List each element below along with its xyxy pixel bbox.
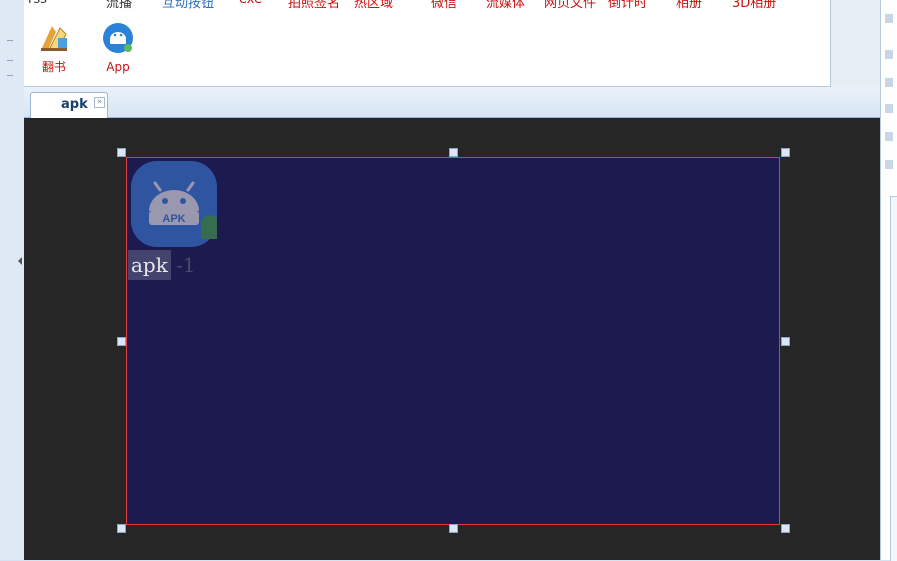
toolbar-item-photo-signature[interactable]: 拍照签名: [288, 0, 340, 11]
apk-icon-text: APK: [162, 213, 185, 225]
toolbar-item-hotspot[interactable]: 热区域: [354, 0, 393, 11]
tab-apk[interactable]: apk ✕: [30, 92, 108, 118]
apk-android-icon[interactable]: APK: [131, 161, 217, 247]
resize-handle-bottom-left[interactable]: [117, 524, 126, 533]
tab-label: apk: [61, 97, 88, 112]
toolbar-item-3d-album[interactable]: 3D相册: [732, 0, 776, 11]
toolbar-item-countdown[interactable]: 倒计时: [608, 0, 647, 11]
document-tab-bar: apk ✕: [24, 87, 880, 118]
toolbar-item-rss[interactable]: rss: [28, 0, 47, 7]
element-caption-suffix: -1: [176, 253, 196, 277]
resize-handle-top[interactable]: [449, 148, 458, 157]
panel-marker: [885, 160, 893, 169]
panel-marker: [885, 132, 893, 141]
frame-tick: [7, 60, 13, 61]
close-icon[interactable]: ✕: [94, 97, 105, 108]
editor-canvas[interactable]: APK apk -1: [24, 118, 880, 560]
resize-handle-bottom-right[interactable]: [781, 524, 790, 533]
resize-handle-bottom[interactable]: [449, 524, 458, 533]
collapse-arrow-icon[interactable]: [18, 257, 22, 265]
panel-marker: [885, 104, 893, 113]
flip-book-label: 翻书: [41, 60, 66, 74]
apk-app-icon: [103, 23, 133, 53]
flip-book-tool[interactable]: 翻书: [34, 22, 74, 75]
resize-handle-top-left[interactable]: [117, 148, 126, 157]
toolbar-item-web-file[interactable]: 网页文件: [544, 0, 596, 11]
app-label: App: [106, 60, 130, 74]
resize-handle-left[interactable]: [117, 337, 126, 346]
panel-marker: [885, 50, 893, 59]
toolbar-item-stream[interactable]: 流播: [106, 0, 132, 11]
element-caption[interactable]: apk: [128, 250, 171, 280]
resize-handle-right[interactable]: [781, 337, 790, 346]
panel-marker: [885, 14, 893, 23]
flip-book-icon: [41, 26, 67, 51]
frame-tick: [7, 75, 13, 76]
frame-tick: [7, 40, 13, 41]
panel-marker: [885, 78, 893, 87]
insert-toolbar: rss 流播 互动按钮 exe 拍照签名 热区域 微信 流媒体 网页文件 倒计时…: [24, 0, 855, 87]
toolbar-item-interactive-button[interactable]: 互动按钮: [162, 0, 214, 11]
toolbar-item-streaming-media[interactable]: 流媒体: [486, 0, 525, 11]
selected-page[interactable]: APK apk -1: [126, 157, 780, 525]
toolbar-item-album[interactable]: 相册: [676, 0, 702, 11]
resize-handle-top-right[interactable]: [781, 148, 790, 157]
left-frame-strip: [0, 0, 25, 560]
toolbar-item-exe[interactable]: exe: [239, 0, 262, 7]
app-tool[interactable]: App: [98, 22, 138, 74]
toolbar-item-wechat[interactable]: 微信: [431, 0, 457, 11]
properties-subpanel: [890, 196, 897, 561]
